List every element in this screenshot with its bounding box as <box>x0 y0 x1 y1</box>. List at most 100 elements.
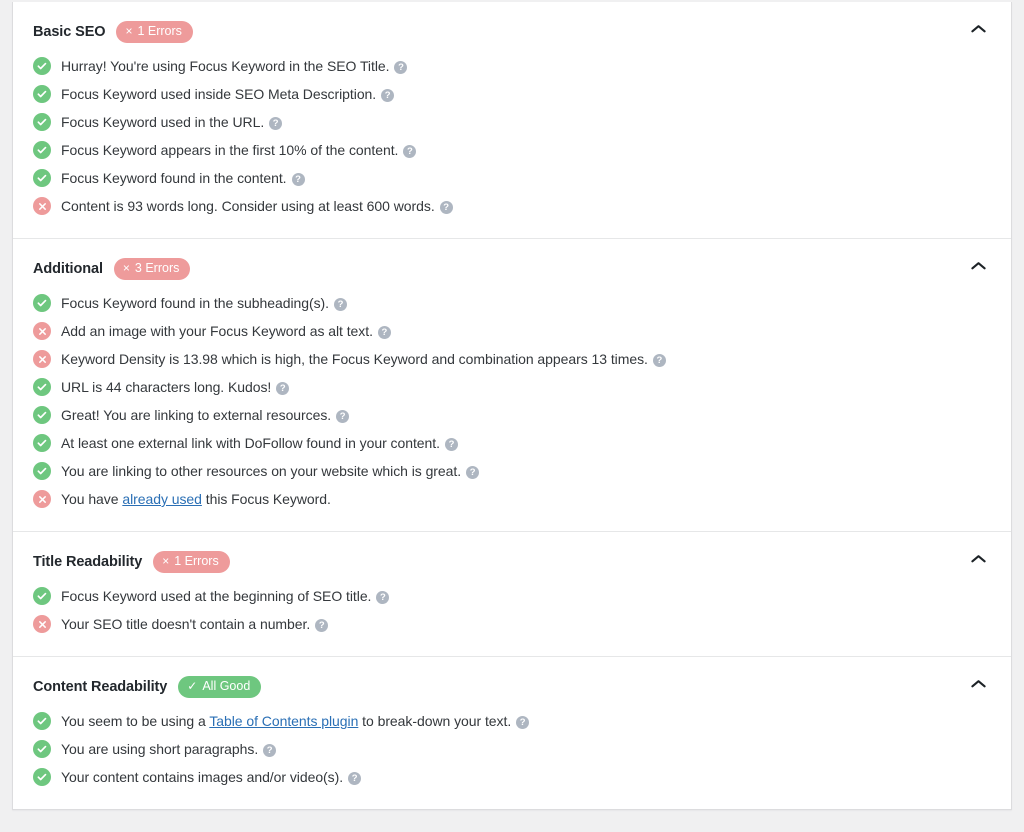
check-circle-icon <box>33 294 51 312</box>
check-circle-icon <box>33 113 51 131</box>
item-label: Add an image with your Focus Keyword as … <box>61 323 373 339</box>
check-circle-icon <box>33 740 51 758</box>
check-circle-icon <box>33 141 51 159</box>
help-icon[interactable]: ? <box>466 466 480 479</box>
close-icon: × <box>162 554 170 569</box>
list-item: Focus Keyword used at the beginning of S… <box>33 586 991 606</box>
error-circle-icon <box>33 490 51 508</box>
section-header-basic-seo[interactable]: Basic SEO × 1 Errors <box>13 2 1011 43</box>
item-text: Great! You are linking to external resou… <box>61 405 350 425</box>
item-text: URL is 44 characters long. Kudos!? <box>61 377 290 397</box>
section-items-additional: Focus Keyword found in the subheading(s)… <box>13 280 1011 531</box>
check-icon: ✓ <box>187 679 198 694</box>
item-label: Great! You are linking to external resou… <box>61 407 332 423</box>
help-icon[interactable]: ? <box>376 591 390 604</box>
chevron-up-icon[interactable] <box>969 20 987 38</box>
section-title: Content Readability <box>33 679 168 695</box>
section-additional: Additional × 3 Errors Focus Keyword found i… <box>13 238 1011 531</box>
help-icon[interactable]: ? <box>439 201 453 214</box>
help-icon[interactable]: ? <box>403 145 417 158</box>
check-circle-icon <box>33 378 51 396</box>
help-icon[interactable]: ? <box>315 619 329 632</box>
check-circle-icon <box>33 434 51 452</box>
check-circle-icon <box>33 169 51 187</box>
check-circle-icon <box>33 462 51 480</box>
section-header-title-readability[interactable]: Title Readability × 1 Errors <box>13 532 1011 573</box>
list-item: You seem to be using a Table of Contents… <box>33 711 991 731</box>
help-icon[interactable]: ? <box>291 173 305 186</box>
item-text: You are linking to other resources on yo… <box>61 461 480 481</box>
item-label: Focus Keyword appears in the first 10% o… <box>61 142 399 158</box>
item-text: Keyword Density is 13.98 which is high, … <box>61 349 666 369</box>
item-text: Focus Keyword used at the beginning of S… <box>61 586 390 606</box>
help-icon[interactable]: ? <box>334 298 347 311</box>
section-title: Basic SEO <box>33 24 106 40</box>
item-text-after: this Focus Keyword. <box>201 491 331 507</box>
item-label: Focus Keyword used at the beginning of S… <box>61 588 372 604</box>
inline-link[interactable]: Table of Contents plugin <box>209 713 358 729</box>
item-text: You are using short paragraphs.? <box>61 739 277 759</box>
item-text: Focus Keyword used in the URL.? <box>61 112 283 132</box>
list-item: You are linking to other resources on yo… <box>33 461 991 481</box>
help-icon[interactable]: ? <box>276 382 290 395</box>
chevron-up-icon[interactable] <box>969 550 987 568</box>
section-header-content-readability[interactable]: Content Readability ✓ All Good <box>13 657 1011 698</box>
help-icon[interactable]: ? <box>516 716 530 729</box>
item-text: Focus Keyword found in the subheading(s)… <box>61 293 347 313</box>
section-header-additional[interactable]: Additional × 3 Errors <box>13 239 1011 280</box>
item-text: Focus Keyword used inside SEO Meta Descr… <box>61 84 395 104</box>
list-item: You have already used this Focus Keyword… <box>33 489 991 509</box>
item-text: Focus Keyword appears in the first 10% o… <box>61 140 417 160</box>
help-icon[interactable]: ? <box>269 117 283 130</box>
list-item: Keyword Density is 13.98 which is high, … <box>33 349 991 369</box>
item-label: URL is 44 characters long. Kudos! <box>61 379 272 395</box>
status-badge: ✓ All Good <box>178 676 262 698</box>
status-badge-label: All Good <box>202 679 251 693</box>
section-items-content-readability: You seem to be using a Table of Contents… <box>13 698 1011 809</box>
item-text: You have already used this Focus Keyword… <box>61 489 331 509</box>
inline-link[interactable]: already used <box>122 491 202 507</box>
status-badge-label: 1 Errors <box>137 24 182 38</box>
item-text-before: You have <box>61 491 123 507</box>
error-circle-icon <box>33 615 51 633</box>
item-text: You seem to be using a Table of Contents… <box>61 711 530 731</box>
list-item: Focus Keyword used inside SEO Meta Descr… <box>33 84 991 104</box>
list-item: Your content contains images and/or vide… <box>33 767 991 787</box>
list-item: Focus Keyword used in the URL.? <box>33 112 991 132</box>
list-item: At least one external link with DoFollow… <box>33 433 991 453</box>
page-root: Basic SEO × 1 Errors Hurray! You're using F… <box>0 0 1024 832</box>
help-icon[interactable]: ? <box>394 61 408 74</box>
close-icon: × <box>125 24 133 39</box>
list-item: Add an image with your Focus Keyword as … <box>33 321 991 341</box>
help-icon[interactable]: ? <box>348 772 362 785</box>
section-content-readability: Content Readability ✓ All Good You seem to … <box>13 656 1011 809</box>
list-item: URL is 44 characters long. Kudos!? <box>33 377 991 397</box>
help-icon[interactable]: ? <box>444 438 458 451</box>
status-badge: × 1 Errors <box>116 21 193 43</box>
item-text: Focus Keyword found in the content.? <box>61 168 305 188</box>
item-label: Focus Keyword used inside SEO Meta Descr… <box>61 86 377 102</box>
help-icon[interactable]: ? <box>652 354 666 367</box>
list-item: You are using short paragraphs.? <box>33 739 991 759</box>
item-text-after: to break-down your text. <box>358 713 512 729</box>
item-label: Content is 93 words long. Consider using… <box>61 198 435 214</box>
help-icon[interactable]: ? <box>263 744 277 757</box>
error-circle-icon <box>33 322 51 340</box>
chevron-up-icon[interactable] <box>969 257 987 275</box>
status-badge: × 1 Errors <box>153 551 230 573</box>
check-circle-icon <box>33 406 51 424</box>
help-icon[interactable]: ? <box>381 89 395 102</box>
chevron-up-icon[interactable] <box>969 675 987 693</box>
status-badge-label: 3 Errors <box>134 261 180 275</box>
list-item: Great! You are linking to external resou… <box>33 405 991 425</box>
item-label: You are linking to other resources on yo… <box>61 463 462 479</box>
list-item: Focus Keyword found in the subheading(s)… <box>33 293 991 313</box>
item-text: Content is 93 words long. Consider using… <box>61 196 453 216</box>
help-icon[interactable]: ? <box>336 410 350 423</box>
help-icon[interactable]: ? <box>377 326 391 339</box>
item-label: Focus Keyword found in the content. <box>61 170 287 186</box>
section-basic-seo: Basic SEO × 1 Errors Hurray! You're using F… <box>13 2 1011 238</box>
item-label: You are using short paragraphs. <box>61 741 259 757</box>
check-circle-icon <box>33 85 51 103</box>
list-item: Focus Keyword found in the content.? <box>33 168 991 188</box>
